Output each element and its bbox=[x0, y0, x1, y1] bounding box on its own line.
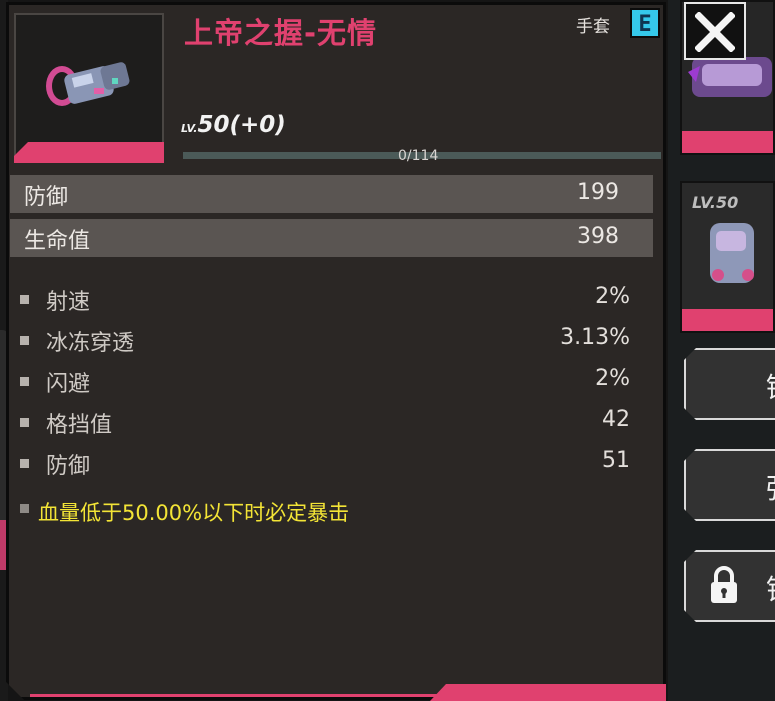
enhance-button[interactable]: 强 bbox=[684, 449, 775, 521]
xp-text: 0/114 bbox=[398, 148, 439, 164]
lock-button-label: 锁 bbox=[766, 568, 775, 608]
item-name: 上帝之握-无情 bbox=[184, 16, 378, 50]
sub-stat-row: 闪避 2% bbox=[20, 366, 630, 398]
bullet-icon bbox=[20, 377, 29, 386]
main-stat-row: 生命值 398 bbox=[10, 219, 653, 257]
lock-icon bbox=[708, 565, 740, 605]
card-rarity-bar bbox=[682, 309, 773, 331]
forge-button-label: 锻 bbox=[766, 366, 775, 406]
close-x-icon bbox=[695, 12, 735, 52]
sub-stat-label: 冰冻穿透 bbox=[46, 331, 135, 356]
lock-button[interactable]: 锁 bbox=[684, 550, 775, 622]
sub-stat-value: 51 bbox=[602, 448, 630, 473]
bullet-icon bbox=[20, 418, 29, 427]
card-rarity-bar bbox=[682, 131, 773, 153]
item-slot-label: 手套 bbox=[576, 17, 610, 37]
sub-stat-value: 3.13% bbox=[560, 325, 630, 350]
enhance-button-label: 强 bbox=[766, 467, 775, 507]
special-effect-text: 血量低于50.00%以下时必定暴击 bbox=[38, 501, 350, 525]
sub-stat-label: 闪避 bbox=[46, 372, 91, 397]
item-rarity-bar bbox=[14, 142, 164, 163]
sub-stat-value: 2% bbox=[595, 284, 630, 309]
gauntlet-icon bbox=[46, 62, 130, 106]
sub-stat-value: 2% bbox=[595, 366, 630, 391]
main-stat-value: 398 bbox=[577, 224, 619, 249]
bullet-icon bbox=[20, 459, 29, 468]
sub-stat-label: 格挡值 bbox=[46, 413, 113, 438]
bullet-icon bbox=[20, 295, 29, 304]
sub-stat-label: 防御 bbox=[46, 454, 91, 479]
card-level-tag: LV.50 bbox=[692, 193, 739, 212]
sub-stat-row: 防御 51 bbox=[20, 448, 630, 480]
main-stat-label: 生命值 bbox=[24, 229, 91, 254]
main-stat-row: 防御 199 bbox=[10, 175, 653, 213]
inventory-card-2[interactable]: LV.50 bbox=[680, 181, 775, 333]
sub-stat-value: 42 bbox=[602, 407, 630, 432]
forge-button[interactable]: 锻 bbox=[684, 348, 775, 420]
sub-stat-row: 格挡值 42 bbox=[20, 407, 630, 439]
main-stat-label: 防御 bbox=[24, 185, 69, 210]
sub-stat-row: 冰冻穿透 3.13% bbox=[20, 325, 630, 357]
bullet-icon bbox=[20, 336, 29, 345]
sub-stat-label: 射速 bbox=[46, 290, 91, 315]
level-tag: LV. bbox=[181, 122, 198, 135]
item-grade-badge: E bbox=[630, 8, 660, 38]
main-stat-value: 199 bbox=[577, 180, 619, 205]
panel-rarity-bar bbox=[430, 684, 666, 701]
level-value: 50(+0) bbox=[197, 112, 286, 138]
special-effect-row: 血量低于50.00%以下时必定暴击 bbox=[20, 497, 660, 529]
item-level: LV.50(+0) bbox=[181, 112, 286, 138]
close-button[interactable] bbox=[684, 2, 746, 60]
sub-stat-row: 射速 2% bbox=[20, 284, 630, 316]
bullet-icon bbox=[20, 504, 29, 513]
